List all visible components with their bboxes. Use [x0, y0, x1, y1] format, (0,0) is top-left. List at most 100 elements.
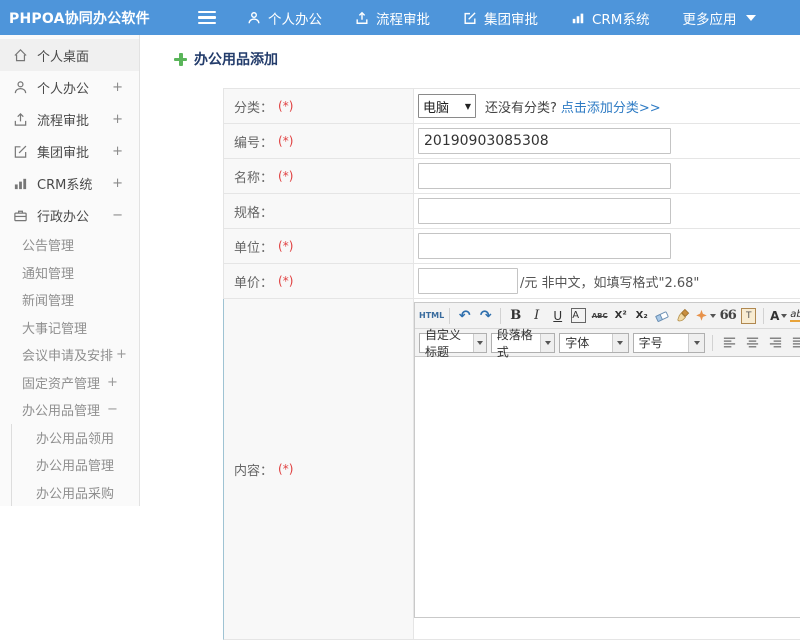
sidebar-item-supplies-mgmt[interactable]: 办公用品管理 − — [0, 396, 139, 424]
page-title-row: 办公用品添加 — [174, 49, 278, 69]
caret-down-icon — [688, 333, 704, 352]
name-input[interactable] — [418, 163, 671, 189]
paste-text-icon[interactable]: T — [739, 306, 758, 326]
topnav-personal-office[interactable]: 个人办公 — [247, 8, 322, 28]
top-navigation: 个人办公 流程审批 集团审批 CRM系统 更多应用 — [247, 8, 757, 28]
sidebar-label: 办公用品领用 — [36, 431, 115, 447]
strikethrough-button[interactable]: ABC — [590, 306, 609, 326]
required-mark: (*) — [278, 99, 294, 113]
sidebar-item-supplies-claim[interactable]: 办公用品领用 — [12, 424, 139, 452]
font-style-button[interactable]: A — [569, 306, 588, 326]
superscript-button[interactable]: X² — [611, 306, 630, 326]
edit-icon — [463, 11, 477, 25]
topnav-label: 集团审批 — [484, 11, 538, 28]
highlight-color-button[interactable]: ab — [790, 306, 800, 326]
align-right-icon[interactable] — [766, 333, 785, 353]
caret-down-icon — [710, 313, 717, 318]
field-label: 编号： — [234, 135, 274, 151]
subscript-button[interactable]: X₂ — [632, 306, 651, 326]
caret-down-icon — [781, 313, 788, 318]
caret-down-icon — [472, 333, 486, 352]
sidebar-item-admin-office[interactable]: 行政办公 − — [0, 199, 139, 231]
undo-button[interactable]: ↶ — [455, 306, 474, 326]
sidebar-label: 集团审批 — [37, 145, 90, 161]
sidebar-item-desktop[interactable]: 个人桌面 — [0, 39, 139, 71]
number-input[interactable] — [418, 128, 671, 154]
eraser-icon[interactable] — [653, 306, 672, 326]
clean-brush-icon[interactable] — [674, 306, 693, 326]
sidebar-label: 流程审批 — [37, 113, 90, 129]
price-note: /元 非中文，如填写格式"2.68" — [520, 275, 700, 291]
field-label: 分类： — [234, 100, 274, 116]
topnav-label: CRM系统 — [592, 11, 650, 28]
html-source-button[interactable]: HTML — [419, 306, 444, 326]
font-family-dropdown[interactable]: 字体 — [559, 332, 629, 353]
topbar: PHPOA协同办公软件 个人办公 流程审批 集团审批 CRM系统 更多应用 — [0, 0, 800, 35]
sidebar-item-news-mgmt[interactable]: 新闻管理 — [0, 286, 139, 314]
expand-icon[interactable]: + — [112, 144, 123, 159]
paragraph-format-dropdown[interactable]: 段落格式 — [490, 328, 556, 359]
topnav-group-approval[interactable]: 集团审批 — [463, 8, 538, 28]
topnav-more-apps[interactable]: 更多应用 — [682, 8, 757, 28]
bar-chart-icon — [12, 175, 28, 191]
redo-button[interactable]: ↷ — [476, 306, 495, 326]
collapse-icon[interactable]: − — [107, 402, 118, 417]
expand-icon[interactable]: + — [112, 112, 123, 127]
sidebar-item-announcement-mgmt[interactable]: 公告管理 — [0, 231, 139, 259]
collapse-icon[interactable]: − — [112, 208, 123, 223]
edit-icon — [12, 143, 28, 159]
unit-input[interactable] — [418, 233, 671, 259]
sidebar-label: 个人办公 — [37, 81, 90, 97]
custom-heading-dropdown[interactable]: 自定义标题 — [419, 328, 487, 359]
sidebar-label: 个人桌面 — [37, 49, 90, 65]
toolbar-separator — [712, 334, 713, 351]
bold-button[interactable]: B — [506, 306, 525, 326]
sidebar: 个人桌面 个人办公 + 流程审批 + 集团审批 + CRM系统 + 行政办公 −… — [0, 35, 140, 506]
editor-toolbar-row2: 自定义标题 段落格式 字体 字号 — [415, 328, 800, 359]
topnav-workflow-approval[interactable]: 流程审批 — [355, 8, 430, 28]
align-center-icon[interactable] — [743, 333, 762, 353]
sidebar-item-group-approval[interactable]: 集团审批 + — [0, 135, 139, 167]
form-row-unit: 单位： (*) — [224, 229, 800, 264]
form-row-name: 名称： (*) — [224, 159, 800, 194]
home-icon — [12, 47, 28, 63]
sidebar-item-supplies-manage[interactable]: 办公用品管理 — [12, 451, 139, 479]
sidebar-label: 通知管理 — [22, 266, 75, 282]
sidebar-item-events-mgmt[interactable]: 大事记管理 — [0, 314, 139, 342]
format-paint-icon[interactable] — [695, 306, 717, 326]
italic-button[interactable]: I — [527, 306, 546, 326]
sidebar-item-supplies-purchase[interactable]: 办公用品采购 — [12, 479, 139, 507]
align-left-icon[interactable] — [720, 333, 739, 353]
font-color-button[interactable]: A — [769, 306, 788, 326]
topnav-label: 流程审批 — [376, 11, 430, 28]
sidebar-item-personal-office[interactable]: 个人办公 + — [0, 71, 139, 103]
sidebar-label: CRM系统 — [37, 177, 93, 193]
expand-icon[interactable]: + — [107, 375, 118, 390]
required-mark: (*) — [278, 274, 294, 288]
category-select[interactable]: 电脑 ▼ — [418, 94, 476, 118]
sidebar-label: 办公用品管理 — [22, 404, 101, 420]
select-arrow-icon: ▼ — [464, 101, 471, 111]
topnav-crm[interactable]: CRM系统 — [571, 8, 649, 28]
sidebar-label: 公告管理 — [22, 239, 75, 255]
align-justify-icon[interactable] — [789, 333, 800, 353]
sidebar-label: 行政办公 — [37, 209, 90, 225]
sidebar-item-workflow-approval[interactable]: 流程审批 + — [0, 103, 139, 135]
sidebar-item-crm[interactable]: CRM系统 + — [0, 167, 139, 199]
sidebar-item-notice-mgmt[interactable]: 通知管理 — [0, 259, 139, 287]
price-input[interactable] — [418, 268, 518, 294]
font-size-dropdown[interactable]: 字号 — [632, 332, 705, 353]
blockquote-button[interactable]: 66 — [718, 306, 737, 326]
expand-icon[interactable]: + — [112, 176, 123, 191]
field-label: 单价： — [234, 275, 274, 291]
expand-icon[interactable]: + — [112, 80, 123, 95]
expand-icon[interactable]: + — [116, 347, 127, 362]
editor-content[interactable] — [415, 357, 800, 617]
menu-toggle-icon[interactable] — [198, 11, 216, 24]
spec-input[interactable] — [418, 198, 671, 224]
sidebar-item-meeting-mgmt[interactable]: 会议申请及安排 + — [0, 341, 139, 369]
sidebar-item-assets-mgmt[interactable]: 固定资产管理 + — [0, 369, 139, 397]
underline-button[interactable]: U — [548, 306, 567, 326]
category-hint: 还没有分类? — [485, 100, 557, 116]
add-category-link[interactable]: 点击添加分类>> — [561, 97, 661, 116]
